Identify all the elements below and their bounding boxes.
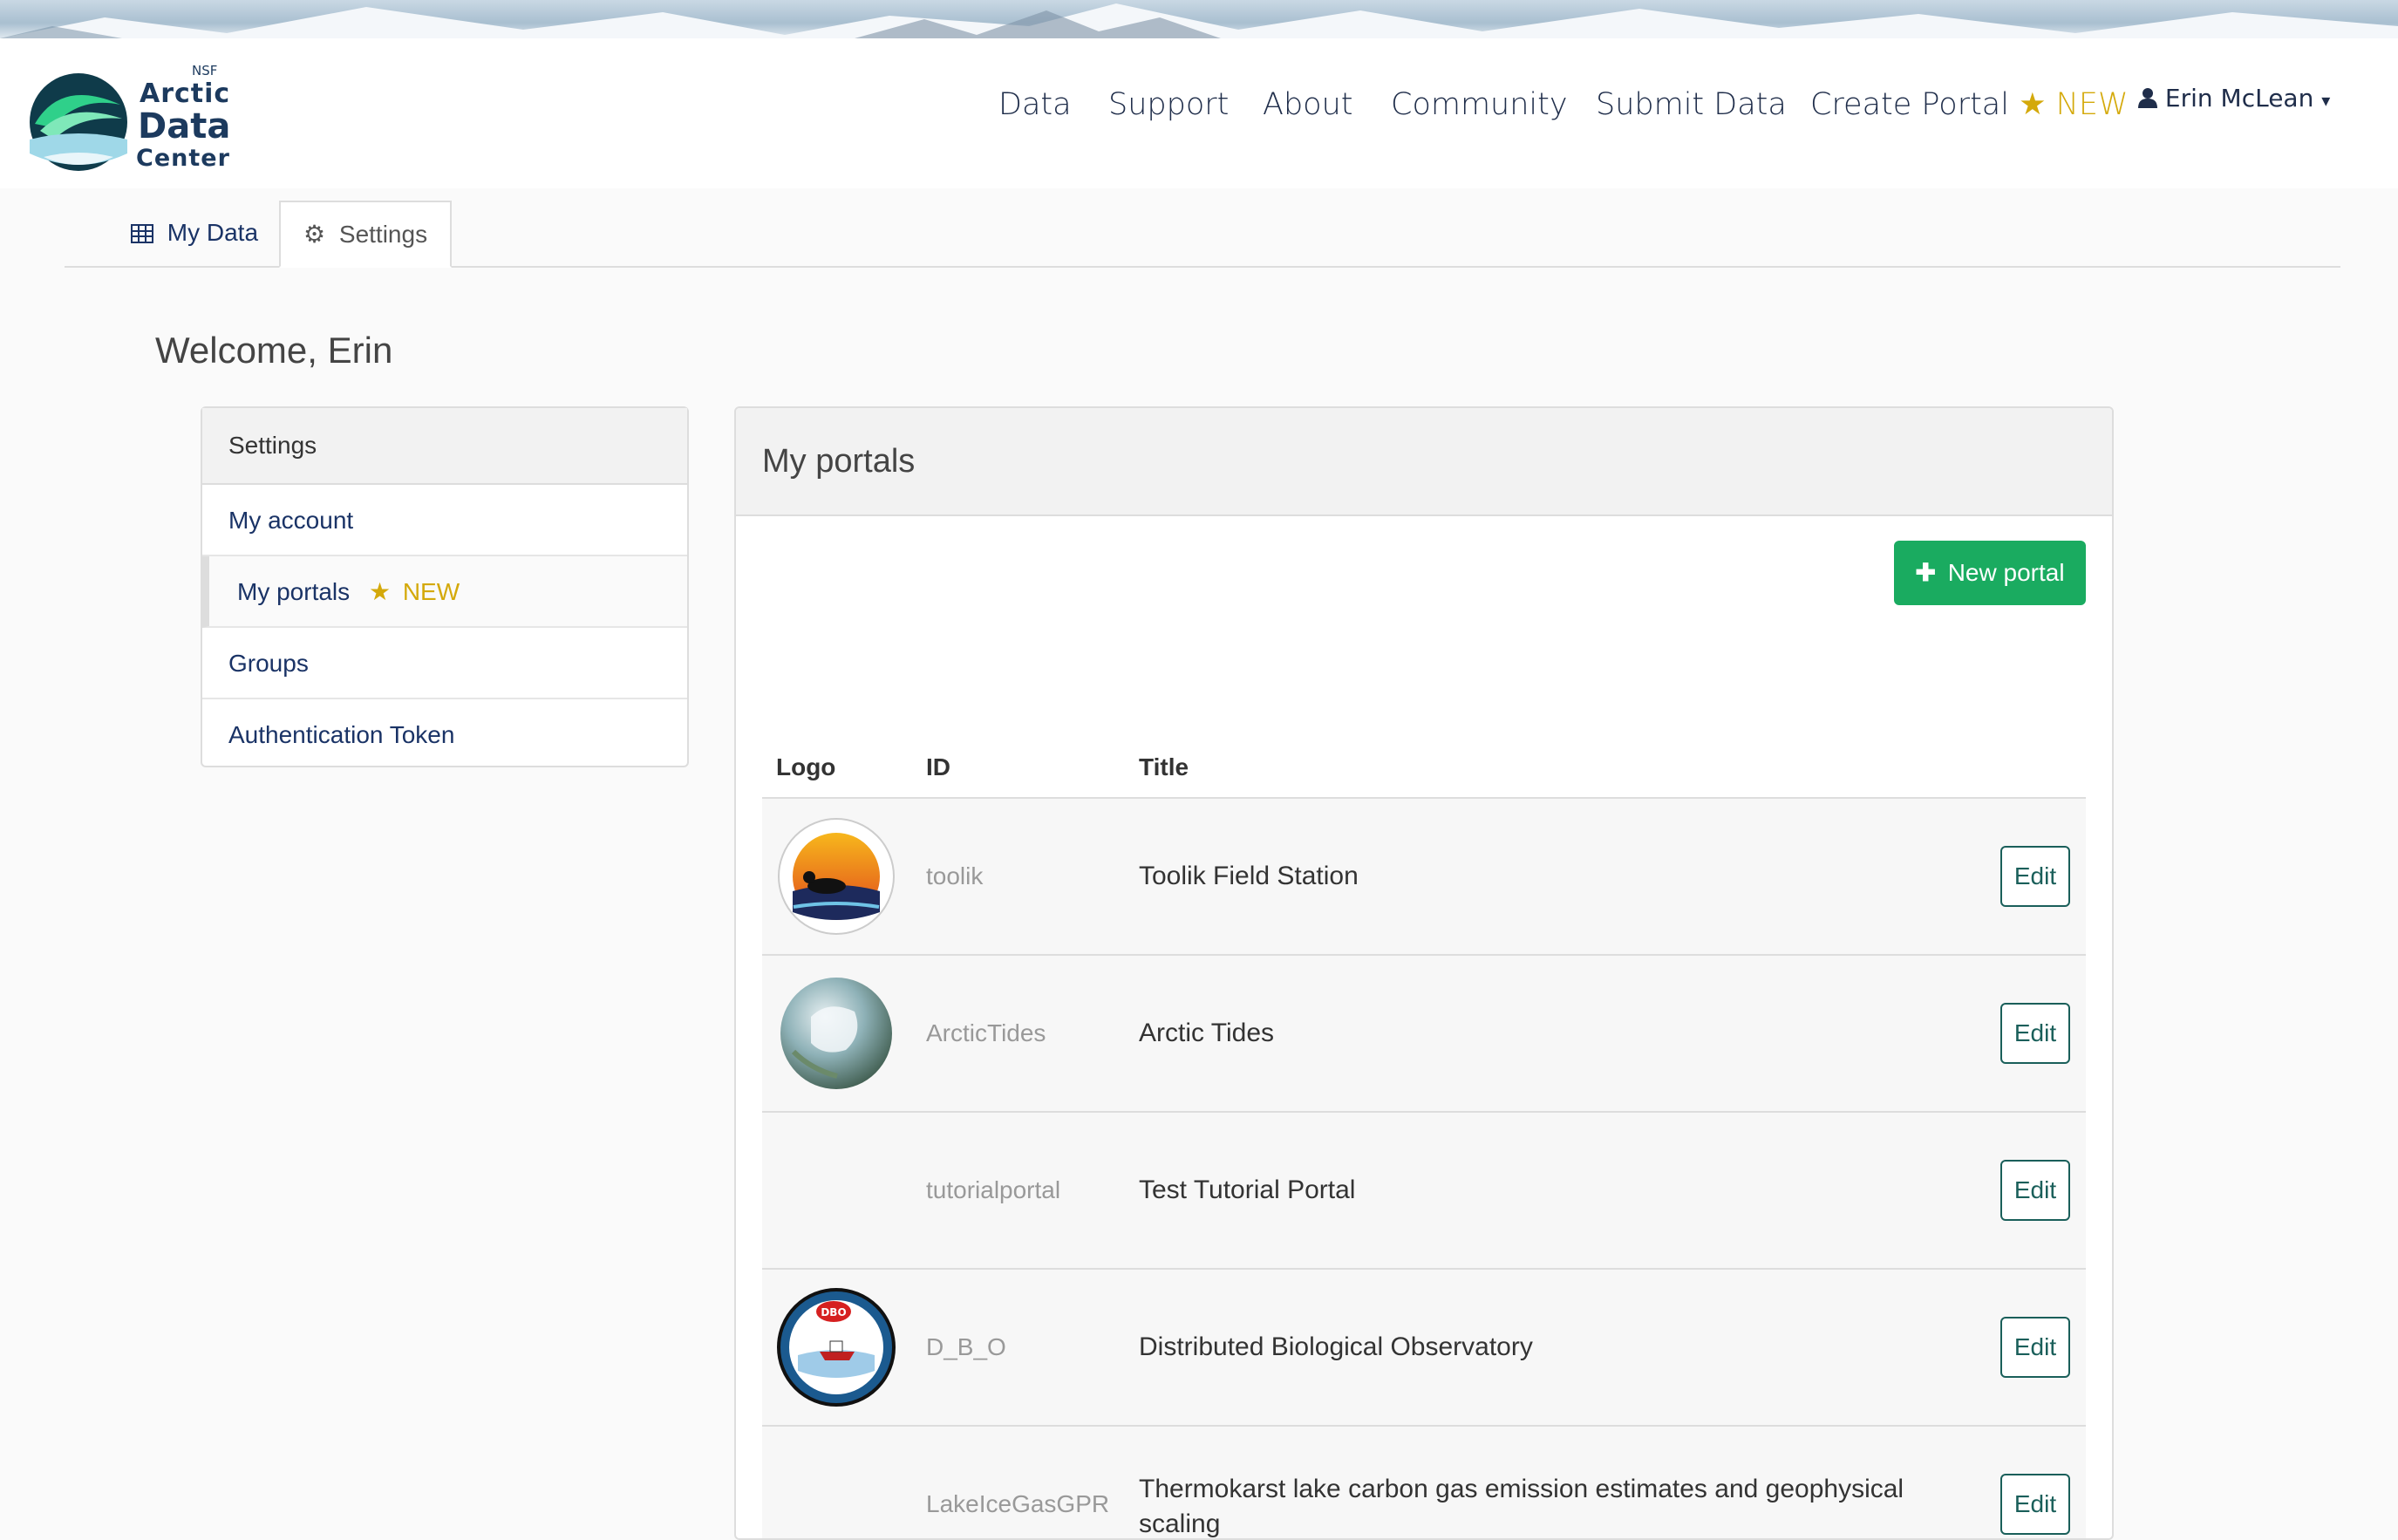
nav-community[interactable]: Community [1391, 87, 1568, 122]
mountain-banner [0, 0, 2398, 38]
column-header-logo: Logo [776, 753, 836, 780]
portal-id: LakeIceGasGPR [926, 1490, 1110, 1517]
new-portal-button[interactable]: ✚ New portal [1894, 541, 2086, 605]
my-portals-panel: My portals ✚ New portal Logo ID Title to… [734, 406, 2114, 1540]
nav-about[interactable]: About [1263, 87, 1352, 122]
my-portals-heading: My portals [736, 408, 2112, 516]
settings-item-label: My account [228, 507, 354, 534]
edit-button[interactable]: Edit [2000, 1003, 2070, 1064]
nav-data[interactable]: Data [998, 87, 1072, 122]
plus-icon: ✚ [1915, 559, 1936, 586]
edit-button[interactable]: Edit [2000, 1474, 2070, 1535]
portal-id: toolik [926, 862, 984, 889]
portal-title: Test Tutorial Portal [1139, 1175, 1356, 1204]
nsf-label: NSF [192, 63, 218, 78]
table-row: ArcticTides Arctic Tides Edit [762, 956, 2086, 1113]
logo-word-center: Center [136, 145, 230, 172]
nav-create-portal[interactable]: Create Portal ★ NEW [1810, 87, 2129, 122]
portal-title: Thermokarst lake carbon gas emission est… [1139, 1475, 1904, 1538]
portal-title: Distributed Biological Observatory [1139, 1332, 1533, 1361]
logo-word-data: Data [138, 106, 231, 147]
aurora-logo-icon [30, 73, 127, 171]
edit-button[interactable]: Edit [2000, 1317, 2070, 1378]
tab-my-data[interactable]: My Data [108, 201, 281, 264]
portals-table-header: Logo ID Title [762, 748, 2086, 800]
portals-table-body: toolik Toolik Field Station Edit ArcticT… [762, 799, 2086, 1538]
arctic-globe-logo [776, 973, 896, 1094]
settings-item-my-account[interactable]: My account [202, 485, 687, 556]
table-row: DBO D_B_O Distributed Biological Observa… [762, 1270, 2086, 1427]
column-header-title: Title [1139, 753, 1189, 780]
toolik-field-station-logo [776, 816, 896, 937]
new-badge: NEW [402, 578, 460, 605]
table-icon [131, 219, 167, 246]
nav-support[interactable]: Support [1108, 87, 1229, 122]
top-navbar: NSF Arctic Data Center Data Support Abou… [0, 38, 2398, 188]
dbo-logo: DBO [776, 1287, 896, 1407]
nav-submit-data[interactable]: Submit Data [1596, 87, 1787, 122]
logo-word-arctic: Arctic [140, 78, 231, 109]
dashboard-tabs: My Data ⚙ Settings [65, 201, 2340, 268]
settings-item-label: Groups [228, 650, 309, 677]
settings-item-my-portals[interactable]: My portals ★ NEW [202, 556, 687, 628]
settings-menu-heading: Settings [202, 408, 687, 485]
welcome-heading: Welcome, Erin [155, 330, 393, 371]
svg-text:DBO: DBO [821, 1306, 846, 1319]
edit-button[interactable]: Edit [2000, 846, 2070, 907]
user-name: Erin McLean [2164, 84, 2314, 112]
arctic-data-center-logo[interactable]: NSF Arctic Data Center [26, 63, 231, 176]
user-menu[interactable]: Erin McLean ▾ [2138, 84, 2330, 112]
portal-id: tutorialportal [926, 1176, 1061, 1203]
gear-icon: ⚙ [303, 221, 326, 248]
new-badge: NEW [2055, 87, 2129, 122]
table-row: toolik Toolik Field Station Edit [762, 799, 2086, 956]
column-header-id: ID [926, 753, 950, 780]
settings-item-authentication-token[interactable]: Authentication Token [202, 699, 687, 771]
tab-settings[interactable]: ⚙ Settings [279, 201, 453, 268]
caret-down-icon: ▾ [2321, 90, 2331, 111]
settings-menu: Settings My account My portals ★ NEW Gro… [201, 406, 689, 767]
table-row: tutorialportal Test Tutorial Portal Edit [762, 1113, 2086, 1270]
user-icon [2138, 84, 2165, 112]
star-icon: ★ [368, 578, 392, 605]
settings-item-groups[interactable]: Groups [202, 628, 687, 699]
portal-id: ArcticTides [926, 1019, 1046, 1046]
portal-title: Arctic Tides [1139, 1019, 1275, 1047]
table-row: LakeIceGasGPR Thermokarst lake carbon ga… [762, 1427, 2086, 1538]
settings-item-label: My portals [237, 578, 351, 605]
new-portal-label: New portal [1947, 559, 2065, 586]
star-icon: ★ [2019, 87, 2047, 122]
portal-title: Toolik Field Station [1139, 862, 1359, 890]
tab-settings-label: Settings [338, 221, 428, 248]
edit-button[interactable]: Edit [2000, 1160, 2070, 1221]
create-portal-label: Create Portal [1810, 87, 2009, 122]
portal-id: D_B_O [926, 1333, 1006, 1360]
settings-item-label: Authentication Token [228, 721, 455, 748]
tab-my-data-label: My Data [167, 219, 259, 246]
